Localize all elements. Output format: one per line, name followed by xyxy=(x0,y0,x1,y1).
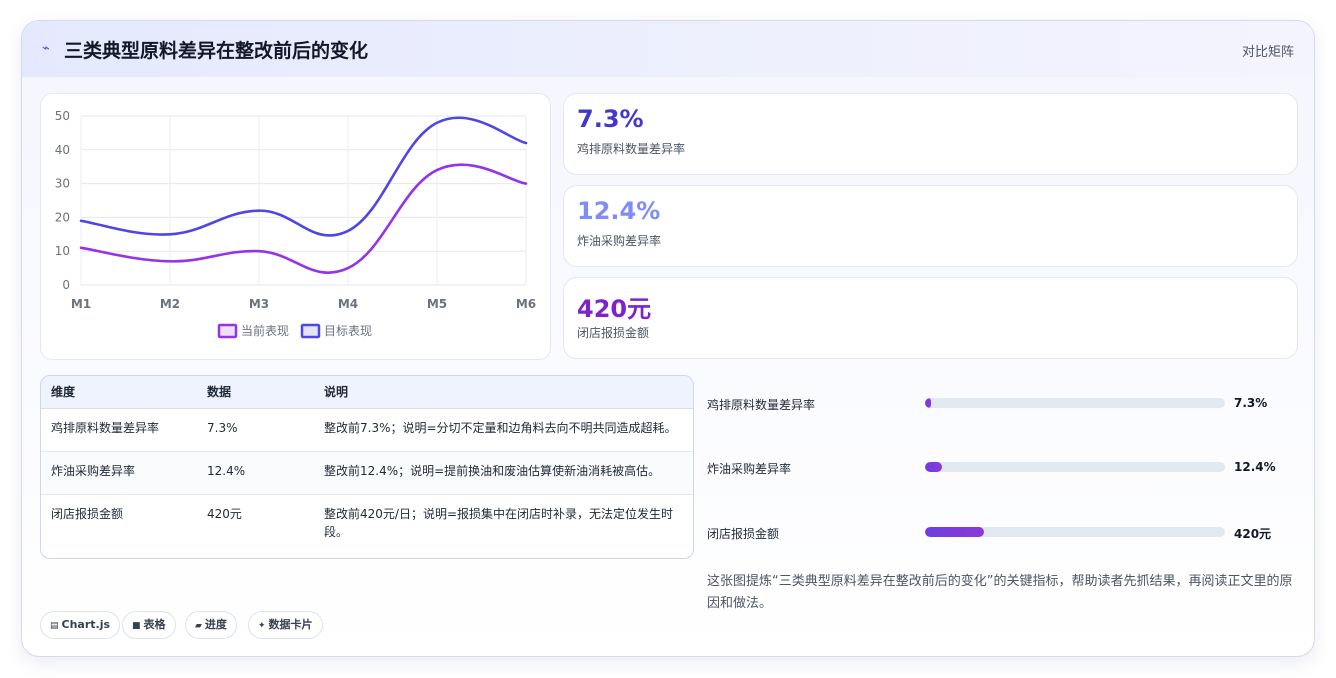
tag-label: Chart.js xyxy=(61,618,111,631)
progress-label: 鸡排原料数量差异率 xyxy=(707,398,816,412)
stat-card-oil: 12.4% 炸油采购差异率 xyxy=(563,185,1298,267)
matrix-label: 对比矩阵 xyxy=(1241,45,1294,60)
stat-label: 炸油采购差异率 xyxy=(577,234,662,248)
legend-swatch xyxy=(217,323,238,339)
legend-label: 当前表现 xyxy=(241,323,289,338)
bolt-icon: ⌁ xyxy=(42,41,50,56)
sparkle-icon: ✦ xyxy=(258,621,266,631)
stat-card-chicken: 7.3% 鸡排原料数量差异率 xyxy=(563,93,1298,175)
table-header: 说明 xyxy=(314,376,693,409)
progress-row-chicken: 鸡排原料数量差异率 7.3% xyxy=(707,393,1287,413)
legend-swatch xyxy=(300,323,321,339)
stat-value: 7.3% xyxy=(577,105,644,133)
table-cell: 12.4% xyxy=(207,463,246,478)
y-tick-label: 10 xyxy=(55,244,70,258)
table-cell: 整改前12.4%；说明=提前换油和废油估算使新油消耗被高估。 xyxy=(324,463,661,478)
y-tick-label: 30 xyxy=(55,177,70,191)
legend-label: 目标表现 xyxy=(324,324,372,338)
y-tick-label: 50 xyxy=(55,109,70,123)
stat-value: 420元 xyxy=(577,295,652,323)
x-tick-label: M1 xyxy=(71,297,91,311)
progress-track xyxy=(925,527,1225,537)
progress-track xyxy=(925,462,1225,472)
stat-label: 闭店报损金额 xyxy=(577,326,650,340)
progress-value: 420元 xyxy=(1234,527,1272,541)
data-table: 维度 数据 说明 鸡排原料数量差异率 7.3% 整改前7.3%；说明=分切不定量… xyxy=(41,376,693,558)
progress-row-oil: 炸油采购差异率 12.4% xyxy=(707,457,1287,477)
progress-fill xyxy=(925,462,942,472)
table-header: 数据 xyxy=(197,376,314,409)
progress-fill xyxy=(925,398,931,408)
comparison-card: ⌁ 三类典型原料差异在整改前后的变化 对比矩阵 0 10 20 30 40 50 M1 M2 M… xyxy=(21,20,1315,657)
series-line-1 xyxy=(79,163,528,274)
stat-value: 12.4% xyxy=(577,197,661,225)
data-table-panel: 维度 数据 说明 鸡排原料数量差异率 7.3% 整改前7.3%；说明=分切不定量… xyxy=(40,375,694,559)
x-tick-label: M6 xyxy=(516,297,536,311)
tag-table[interactable]: ■ 表格 xyxy=(122,611,176,639)
summary-text: 这张图提炼“三类典型原料差异在整改前后的变化”的关键指标，帮助读者先抓结果，再阅… xyxy=(707,574,1293,611)
table-header: 维度 xyxy=(41,376,197,409)
progress-label: 炸油采购差异率 xyxy=(707,462,792,476)
progress-value: 12.4% xyxy=(1234,460,1276,474)
progress-value: 7.3% xyxy=(1234,396,1268,410)
y-tick-label: 0 xyxy=(62,278,70,292)
tag-chartjs[interactable]: ▤ Chart.js xyxy=(40,611,121,639)
tag-progress[interactable]: ▰ 进度 xyxy=(185,611,237,639)
tag-label: 进度 xyxy=(204,618,227,631)
y-tick-label: 20 xyxy=(55,210,70,224)
table-row: 炸油采购差异率 12.4% 整改前12.4%；说明=提前换油和废油估算使新油消耗… xyxy=(41,451,693,494)
progress-fill xyxy=(925,527,984,537)
table-cell: 整改前7.3%；说明=分切不定量和边角料去向不明共同造成超耗。 xyxy=(324,420,677,435)
chart-icon: ▤ xyxy=(50,621,59,631)
stat-card-loss: 420元 闭店报损金额 xyxy=(563,277,1298,359)
tag-label: 表格 xyxy=(143,618,166,631)
progress-track xyxy=(925,398,1225,408)
x-tick-label: M5 xyxy=(427,297,447,311)
progress-icon: ▰ xyxy=(195,621,202,631)
table-cell: 420元 xyxy=(207,506,242,521)
table-cell: 闭店报损金额 xyxy=(51,506,124,521)
table-row: 鸡排原料数量差异率 7.3% 整改前7.3%；说明=分切不定量和边角料去向不明共… xyxy=(41,408,693,451)
stat-label: 鸡排原料数量差异率 xyxy=(577,142,686,156)
line-chart: 0 10 20 30 40 50 M1 M2 M3 M4 M5 M6 当前表现 目标表现 xyxy=(55,109,536,339)
table-cell: 鸡排原料数量差异率 xyxy=(51,420,160,435)
page-title: 三类典型原料差异在整改前后的变化 xyxy=(64,40,369,62)
x-tick-label: M4 xyxy=(338,297,358,311)
progress-row-loss: 闭店报损金额 420元 xyxy=(707,522,1287,542)
tag-data-card[interactable]: ✦ 数据卡片 xyxy=(248,611,323,639)
table-cell: 整改前420元/日；说明=报损集中在闭店时补录，无法定位发生时段。 xyxy=(324,506,674,539)
x-tick-label: M3 xyxy=(249,297,269,311)
progress-label: 闭店报损金额 xyxy=(707,527,780,541)
table-cell: 炸油采购差异率 xyxy=(51,463,136,478)
table-icon: ■ xyxy=(132,621,141,631)
line-chart-panel: 0 10 20 30 40 50 M1 M2 M3 M4 M5 M6 当前表现 目标表现 xyxy=(40,93,551,360)
y-tick-label: 40 xyxy=(55,143,70,157)
table-cell: 7.3% xyxy=(207,420,238,435)
table-row: 闭店报损金额 420元 整改前420元/日；说明=报损集中在闭店时补录，无法定位… xyxy=(41,494,693,558)
card-header: ⌁ 三类典型原料差异在整改前后的变化 对比矩阵 xyxy=(22,21,1314,77)
x-tick-label: M2 xyxy=(160,297,180,311)
tag-label: 数据卡片 xyxy=(268,618,313,631)
